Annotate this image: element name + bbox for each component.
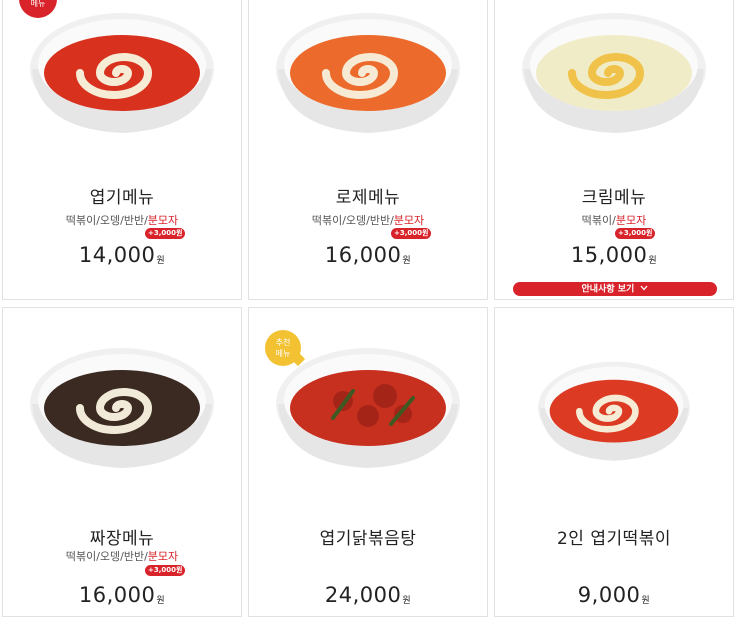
extra-price-badge: +3,000원 (391, 228, 432, 239)
price-unit: 원 (402, 256, 412, 266)
menu-price: 24,000원 (249, 583, 487, 607)
price-unit: 원 (402, 596, 412, 606)
food-image (273, 346, 463, 472)
menu-options: 떡볶이/오뎅/반반/분모자 (249, 212, 487, 228)
chevron-down-icon (640, 282, 648, 296)
extra-price-badge: +3,000원 (615, 228, 656, 239)
menu-name: 짜장메뉴 (89, 529, 155, 549)
options-text: 떡볶이/오뎅/반반/ (65, 550, 148, 563)
options-text: 떡볶이/오뎅/반반/ (311, 214, 394, 227)
food-image (273, 11, 463, 137)
menu-card-rose[interactable]: 로제메뉴 떡볶이/오뎅/반반/분모자 +3,000원 16,000원 (248, 0, 488, 300)
menu-name: 2인 엽기떡볶이 (556, 529, 672, 549)
menu-name: 엽기메뉴 (89, 188, 155, 208)
options-text: 떡볶이/오뎅/반반/ (65, 214, 148, 227)
menu-options: 떡볶이/오뎅/반반/분모자 (3, 548, 241, 564)
recommended-badge: 추천 메뉴 (265, 330, 301, 366)
price-value: 9,000 (577, 583, 641, 607)
option-bunmoja: 분모자 (393, 214, 425, 227)
menu-price: 16,000원 (249, 243, 487, 267)
price-unit: 원 (156, 256, 166, 266)
menu-name: 엽기닭볶음탕 (319, 529, 417, 549)
menu-price: 15,000원 (495, 243, 733, 267)
menu-name: 크림메뉴 (581, 188, 647, 208)
price-unit: 원 (641, 596, 651, 606)
menu-options: 떡볶이/분모자 (495, 212, 733, 228)
price-unit: 원 (648, 256, 658, 266)
menu-card-yeopgi[interactable]: 엽기메뉴 떡볶이/오뎅/반반/분모자 +3,000원 14,000원 (2, 0, 242, 300)
notice-button-label: 안내사항 보기 (581, 284, 635, 295)
food-image (519, 11, 709, 137)
price-value: 14,000 (78, 243, 156, 267)
options-text: 떡볶이/ (581, 214, 616, 227)
food-image (534, 360, 694, 464)
price-value: 16,000 (324, 243, 402, 267)
menu-price: 9,000원 (495, 583, 733, 607)
menu-card-jjajang[interactable]: 짜장메뉴 떡볶이/오뎅/반반/분모자 +3,000원 16,000원 (2, 307, 242, 617)
menu-card-cream[interactable]: 크림메뉴 떡볶이/분모자 +3,000원 15,000원 (494, 0, 734, 300)
price-value: 16,000 (78, 583, 156, 607)
option-bunmoja: 분모자 (147, 550, 179, 563)
view-notice-button[interactable]: 안내사항 보기 (513, 282, 717, 296)
menu-price: 16,000원 (3, 583, 241, 607)
menu-name: 로제메뉴 (335, 188, 401, 208)
extra-price-badge: +3,000원 (145, 228, 186, 239)
extra-price-badge: +3,000원 (145, 565, 186, 576)
price-value: 15,000 (570, 243, 648, 267)
food-image (27, 346, 217, 472)
price-value: 24,000 (324, 583, 402, 607)
option-bunmoja: 분모자 (147, 214, 179, 227)
recommended-badge-line2: 메뉴 (275, 349, 291, 358)
menu-options: 떡볶이/오뎅/반반/분모자 (3, 212, 241, 228)
price-unit: 원 (156, 596, 166, 606)
food-image (27, 11, 217, 137)
menu-card-2person-yeopgi[interactable]: 2인 엽기떡볶이 9,000원 (494, 307, 734, 617)
menu-price: 14,000원 (3, 243, 241, 267)
recommended-badge-line1: 추천 (275, 338, 291, 347)
option-bunmoja: 분모자 (615, 214, 647, 227)
menu-grid: 엽기메뉴 떡볶이/오뎅/반반/분모자 +3,000원 14,000원 로제메뉴 … (0, 0, 739, 617)
